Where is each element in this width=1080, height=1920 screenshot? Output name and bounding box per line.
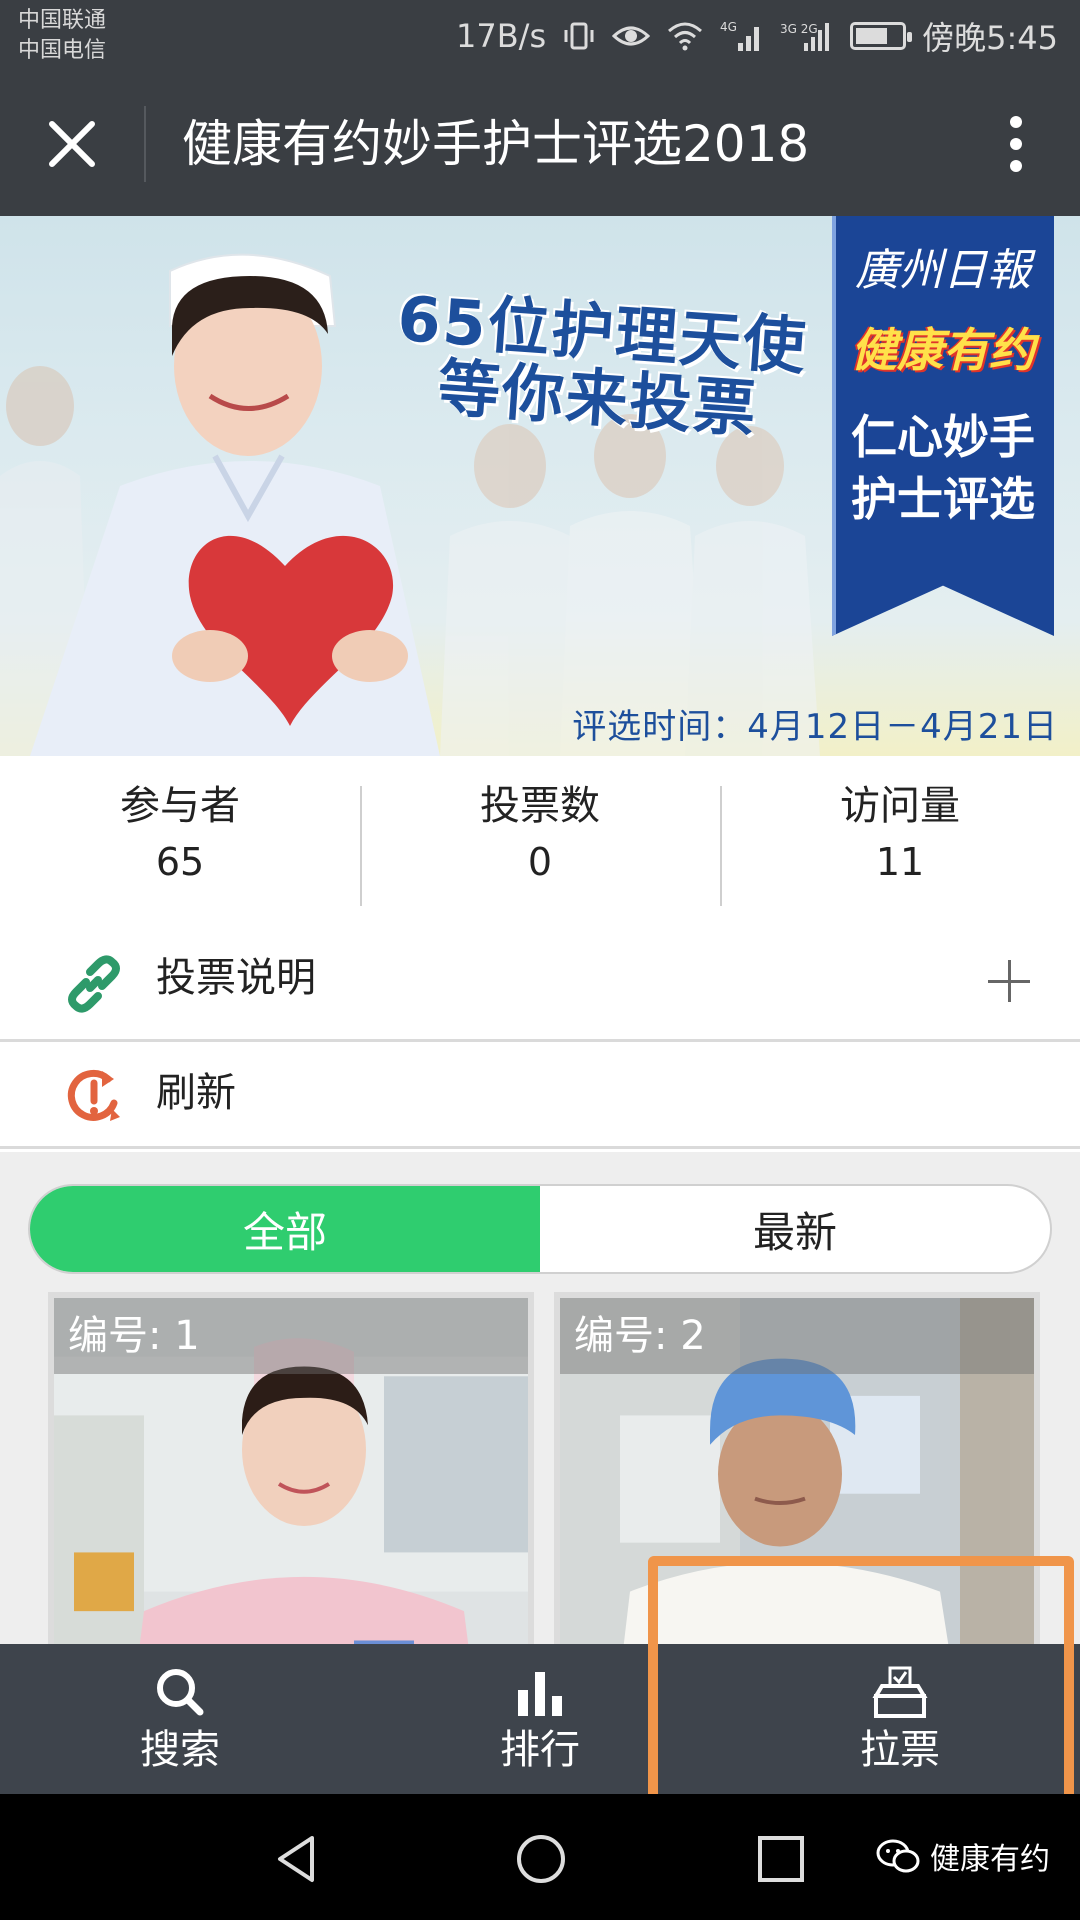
recent-apps-icon[interactable] [746,1824,816,1894]
status-bar: 中国联通 中国电信 17B/s 4G 3G 2G 傍晚5:45 [0,0,1080,72]
stat-participants: 参与者 65 [0,756,360,912]
voting-rules-row[interactable]: 投票说明 [0,930,1080,1042]
ribbon-slogan: 仁心妙手 护士评选 [832,406,1054,530]
battery-icon [850,16,913,56]
signal-4g-icon: 4G [720,16,764,56]
ribbon-slogan-line-2: 护士评选 [851,472,1035,526]
vibrate-icon [562,16,596,56]
carrier-2: 中国电信 [18,38,107,63]
system-nav-bar: 健康有约 [0,1794,1080,1920]
newspaper-ribbon: 廣州日報 健康有约 仁心妙手 护士评选 [832,216,1054,636]
voting-rules-label: 投票说明 [156,955,316,1001]
carrier-1: 中国联通 [18,8,107,33]
stat-label: 投票数 [480,783,600,829]
expand-plus-icon[interactable] [988,960,1030,1002]
close-icon [49,121,95,167]
more-options-button[interactable] [986,112,1046,176]
network-speed: 17B/s [456,17,547,55]
more-dot-icon [1010,138,1022,150]
contestant-number: 编号: 2 [560,1298,1034,1374]
stat-label: 访问量 [840,783,960,829]
contestant-number: 编号: 1 [54,1298,528,1374]
page-title: 健康有约妙手护士评选2018 [182,115,810,173]
more-dot-icon [1010,116,1022,128]
nav-search-label: 搜索 [140,1727,220,1773]
tab-latest[interactable]: 最新 [540,1186,1050,1272]
close-button[interactable] [30,108,114,180]
filter-tabs: 全部 最新 [28,1184,1052,1274]
signal-3g-icon: 3G 2G [780,16,834,56]
wifi-icon [666,16,704,56]
home-icon[interactable] [506,1824,576,1894]
more-dot-icon [1010,160,1022,172]
hero-banner[interactable]: 65位护理天使 等你来投票 廣州日報 健康有约 仁心妙手 护士评选 评选时间：4… [0,216,1080,756]
stat-label: 参与者 [120,783,240,829]
clock: 傍晚5:45 [922,19,1058,57]
signal-3g-label: 3G 2G [780,22,818,36]
stats-bar: 参与者 65 投票数 0 访问量 11 [0,756,1080,912]
signal-4g-label: 4G [720,20,737,34]
stat-votes: 投票数 0 [360,756,720,912]
search-icon [157,1669,204,1716]
back-icon[interactable] [262,1824,332,1894]
link-icon [68,955,120,1013]
refresh-icon [67,1069,120,1121]
title-bar: 健康有约妙手护士评选2018 [0,72,1080,216]
wechat-icon [876,1839,920,1873]
stat-value: 65 [155,840,205,884]
watermark: 健康有约 [876,1834,1050,1878]
refresh-row[interactable]: 刷新 [0,1045,1080,1149]
eye-icon [612,16,651,56]
newspaper-name: 廣州日報 [855,245,1031,296]
highlight-annotation [648,1556,1074,1826]
nav-search[interactable]: 搜索 [0,1644,360,1794]
refresh-label: 刷新 [156,1070,236,1116]
title-divider [144,106,146,182]
stat-value: 0 [527,840,553,884]
banner-headline: 65位护理天使 等你来投票 [366,282,834,448]
nav-ranking-label: 排行 [500,1727,580,1773]
bar-chart-icon [518,1672,562,1716]
stat-visits: 访问量 11 [720,756,1080,912]
carrier-info: 中国联通 中国电信 [18,6,106,66]
battery-fill [856,28,888,44]
stat-value: 11 [875,840,925,884]
status-icons: 17B/s 4G 3G 2G 傍晚5:45 [456,14,1058,58]
tab-all[interactable]: 全部 [30,1186,540,1272]
watermark-text: 健康有约 [930,1842,1050,1877]
voting-period: 评选时间：4月12日－4月21日 [572,707,1058,747]
ribbon-slogan-line-1: 仁心妙手 [851,410,1035,464]
health-logo: 健康有约 [851,323,1035,377]
